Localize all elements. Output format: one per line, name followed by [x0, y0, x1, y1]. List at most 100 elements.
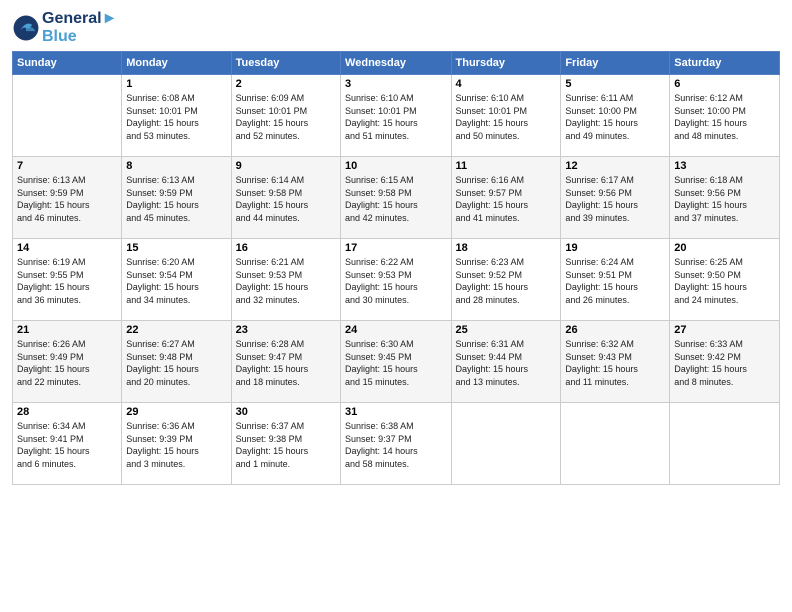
day-number: 8: [126, 160, 226, 172]
day-cell: [451, 403, 561, 485]
week-row-0: 1 Sunrise: 6:08 AM Sunset: 10:01 PM Dayli…: [13, 75, 780, 157]
day-info: Sunrise: 6:17 AM Sunset: 9:56 PM Dayligh…: [565, 174, 665, 224]
day-cell: 31 Sunrise: 6:38 AM Sunset: 9:37 PM Dayli…: [341, 403, 451, 485]
day-info: Sunrise: 6:26 AM Sunset: 9:49 PM Dayligh…: [17, 338, 117, 388]
weekday-header-friday: Friday: [561, 52, 670, 75]
weekday-header-thursday: Thursday: [451, 52, 561, 75]
day-cell: 8 Sunrise: 6:13 AM Sunset: 9:59 PM Daylig…: [122, 157, 231, 239]
header: General► Blue: [12, 10, 780, 45]
day-cell: 24 Sunrise: 6:30 AM Sunset: 9:45 PM Dayli…: [341, 321, 451, 403]
day-cell: 23Sunrise: 6:28 AM Sunset: 9:47 PM Dayli…: [231, 321, 340, 403]
day-info: Sunrise: 6:21 AM Sunset: 9:53 PM Dayligh…: [236, 256, 336, 306]
day-number: 15: [126, 242, 226, 254]
day-info: Sunrise: 6:36 AM Sunset: 9:39 PM Dayligh…: [126, 420, 226, 470]
day-number: 1: [126, 78, 226, 90]
day-number: 18: [456, 242, 557, 254]
day-cell: 22 Sunrise: 6:27 AM Sunset: 9:48 PM Dayli…: [122, 321, 231, 403]
day-cell: 15 Sunrise: 6:20 AM Sunset: 9:54 PM Dayli…: [122, 239, 231, 321]
day-cell: 27 Sunrise: 6:33 AM Sunset: 9:42 PM Dayli…: [670, 321, 780, 403]
day-cell: 7 Sunrise: 6:13 AM Sunset: 9:59 PM Daylig…: [13, 157, 122, 239]
day-info: Sunrise: 6:08 AM Sunset: 10:01 PM Daylig…: [126, 92, 226, 142]
day-number: 17: [345, 242, 446, 254]
day-cell: 3 Sunrise: 6:10 AM Sunset: 10:01 PM Dayli…: [341, 75, 451, 157]
day-number: 22: [126, 324, 226, 336]
day-number: 27: [674, 324, 775, 336]
day-info: Sunrise: 6:20 AM Sunset: 9:54 PM Dayligh…: [126, 256, 226, 306]
calendar-table: SundayMondayTuesdayWednesdayThursdayFrid…: [12, 51, 780, 485]
day-info: Sunrise: 6:13 AM Sunset: 9:59 PM Dayligh…: [17, 174, 117, 224]
day-info: Sunrise: 6:12 AM Sunset: 10:00 PM Daylig…: [674, 92, 775, 142]
day-info: Sunrise: 6:10 AM Sunset: 10:01 PM Daylig…: [456, 92, 557, 142]
day-cell: 20Sunrise: 6:25 AM Sunset: 9:50 PM Dayli…: [670, 239, 780, 321]
day-cell: 6 Sunrise: 6:12 AM Sunset: 10:00 PM Dayli…: [670, 75, 780, 157]
day-cell: 2Sunrise: 6:09 AM Sunset: 10:01 PM Dayli…: [231, 75, 340, 157]
weekday-header-tuesday: Tuesday: [231, 52, 340, 75]
day-number: 6: [674, 78, 775, 90]
week-row-2: 14Sunrise: 6:19 AM Sunset: 9:55 PM Dayli…: [13, 239, 780, 321]
day-cell: 9Sunrise: 6:14 AM Sunset: 9:58 PM Daylig…: [231, 157, 340, 239]
day-info: Sunrise: 6:23 AM Sunset: 9:52 PM Dayligh…: [456, 256, 557, 306]
weekday-header-wednesday: Wednesday: [341, 52, 451, 75]
day-number: 2: [236, 78, 336, 90]
day-cell: 4 Sunrise: 6:10 AM Sunset: 10:01 PM Dayli…: [451, 75, 561, 157]
day-cell: [13, 75, 122, 157]
day-cell: 14Sunrise: 6:19 AM Sunset: 9:55 PM Dayli…: [13, 239, 122, 321]
day-info: Sunrise: 6:25 AM Sunset: 9:50 PM Dayligh…: [674, 256, 775, 306]
day-cell: 25Sunrise: 6:31 AM Sunset: 9:44 PM Dayli…: [451, 321, 561, 403]
day-info: Sunrise: 6:31 AM Sunset: 9:44 PM Dayligh…: [456, 338, 557, 388]
day-cell: 17 Sunrise: 6:22 AM Sunset: 9:53 PM Dayli…: [341, 239, 451, 321]
day-info: Sunrise: 6:34 AM Sunset: 9:41 PM Dayligh…: [17, 420, 117, 470]
weekday-header-sunday: Sunday: [13, 52, 122, 75]
day-number: 26: [565, 324, 665, 336]
day-cell: 21Sunrise: 6:26 AM Sunset: 9:49 PM Dayli…: [13, 321, 122, 403]
weekday-header-monday: Monday: [122, 52, 231, 75]
day-info: Sunrise: 6:10 AM Sunset: 10:01 PM Daylig…: [345, 92, 446, 142]
weekday-header-row: SundayMondayTuesdayWednesdayThursdayFrid…: [13, 52, 780, 75]
day-info: Sunrise: 6:18 AM Sunset: 9:56 PM Dayligh…: [674, 174, 775, 224]
weekday-header-saturday: Saturday: [670, 52, 780, 75]
day-info: Sunrise: 6:27 AM Sunset: 9:48 PM Dayligh…: [126, 338, 226, 388]
day-number: 11: [456, 160, 557, 172]
day-cell: 26 Sunrise: 6:32 AM Sunset: 9:43 PM Dayli…: [561, 321, 670, 403]
logo-text: General► Blue: [42, 10, 117, 45]
day-cell: 5Sunrise: 6:11 AM Sunset: 10:00 PM Dayli…: [561, 75, 670, 157]
week-row-3: 21Sunrise: 6:26 AM Sunset: 9:49 PM Dayli…: [13, 321, 780, 403]
logo: General► Blue: [12, 10, 117, 45]
day-cell: [670, 403, 780, 485]
day-number: 4: [456, 78, 557, 90]
day-number: 3: [345, 78, 446, 90]
calendar-container: General► Blue SundayMondayTuesdayWednesd…: [0, 0, 792, 612]
day-info: Sunrise: 6:11 AM Sunset: 10:00 PM Daylig…: [565, 92, 665, 142]
day-info: Sunrise: 6:24 AM Sunset: 9:51 PM Dayligh…: [565, 256, 665, 306]
day-cell: 19 Sunrise: 6:24 AM Sunset: 9:51 PM Dayli…: [561, 239, 670, 321]
day-number: 19: [565, 242, 665, 254]
day-cell: 18 Sunrise: 6:23 AM Sunset: 9:52 PM Dayli…: [451, 239, 561, 321]
day-number: 13: [674, 160, 775, 172]
day-info: Sunrise: 6:38 AM Sunset: 9:37 PM Dayligh…: [345, 420, 446, 470]
day-cell: 1 Sunrise: 6:08 AM Sunset: 10:01 PM Dayli…: [122, 75, 231, 157]
day-cell: 28Sunrise: 6:34 AM Sunset: 9:41 PM Dayli…: [13, 403, 122, 485]
day-info: Sunrise: 6:37 AM Sunset: 9:38 PM Dayligh…: [236, 420, 336, 470]
day-info: Sunrise: 6:16 AM Sunset: 9:57 PM Dayligh…: [456, 174, 557, 224]
day-number: 16: [236, 242, 336, 254]
day-cell: 29 Sunrise: 6:36 AM Sunset: 9:39 PM Dayli…: [122, 403, 231, 485]
week-row-4: 28Sunrise: 6:34 AM Sunset: 9:41 PM Dayli…: [13, 403, 780, 485]
day-cell: 11 Sunrise: 6:16 AM Sunset: 9:57 PM Dayli…: [451, 157, 561, 239]
day-cell: 16 Sunrise: 6:21 AM Sunset: 9:53 PM Dayli…: [231, 239, 340, 321]
day-number: 31: [345, 406, 446, 418]
day-info: Sunrise: 6:13 AM Sunset: 9:59 PM Dayligh…: [126, 174, 226, 224]
day-cell: 30 Sunrise: 6:37 AM Sunset: 9:38 PM Dayli…: [231, 403, 340, 485]
day-number: 24: [345, 324, 446, 336]
day-number: 7: [17, 160, 117, 172]
day-cell: 12Sunrise: 6:17 AM Sunset: 9:56 PM Dayli…: [561, 157, 670, 239]
day-info: Sunrise: 6:30 AM Sunset: 9:45 PM Dayligh…: [345, 338, 446, 388]
day-info: Sunrise: 6:15 AM Sunset: 9:58 PM Dayligh…: [345, 174, 446, 224]
day-cell: 10Sunrise: 6:15 AM Sunset: 9:58 PM Dayli…: [341, 157, 451, 239]
day-info: Sunrise: 6:22 AM Sunset: 9:53 PM Dayligh…: [345, 256, 446, 306]
day-info: Sunrise: 6:19 AM Sunset: 9:55 PM Dayligh…: [17, 256, 117, 306]
day-info: Sunrise: 6:32 AM Sunset: 9:43 PM Dayligh…: [565, 338, 665, 388]
day-number: 29: [126, 406, 226, 418]
logo-icon: [12, 14, 40, 42]
day-info: Sunrise: 6:33 AM Sunset: 9:42 PM Dayligh…: [674, 338, 775, 388]
day-number: 30: [236, 406, 336, 418]
